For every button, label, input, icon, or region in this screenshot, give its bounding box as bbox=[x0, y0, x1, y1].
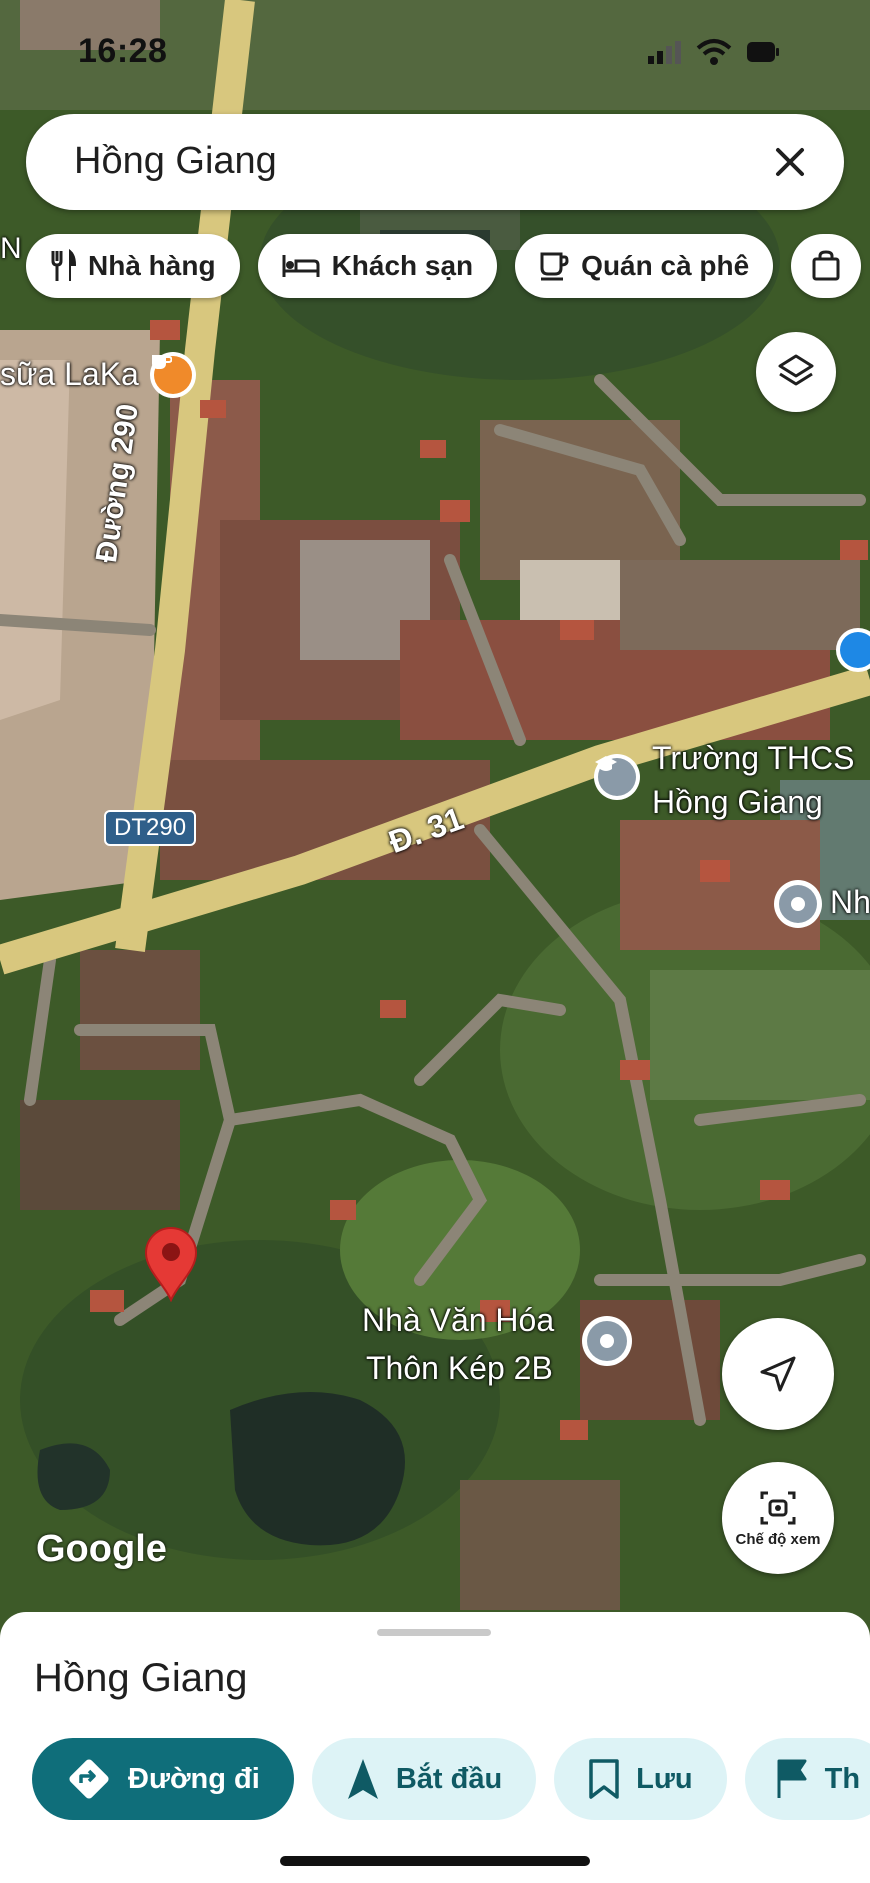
map-label-cafe[interactable]: sữa LaKa bbox=[0, 356, 139, 393]
google-watermark: Google bbox=[36, 1528, 167, 1570]
view-mode-button[interactable]: Chế độ xem bbox=[722, 1462, 834, 1574]
cafe-pin-icon[interactable] bbox=[150, 352, 196, 398]
shopping-bag-icon bbox=[812, 250, 840, 281]
start-label: Bắt đầu bbox=[395, 1762, 503, 1795]
school-pin-icon[interactable] bbox=[594, 754, 640, 800]
directions-button[interactable]: Đường đi bbox=[32, 1738, 294, 1820]
chip-hotel[interactable]: Khách sạn bbox=[257, 234, 498, 298]
status-bar: 16:28 bbox=[0, 28, 870, 78]
road-shield-label: DT290 bbox=[114, 814, 187, 841]
status-time: 16:28 bbox=[78, 32, 168, 70]
chip-more[interactable] bbox=[791, 234, 862, 298]
coffee-cup-icon bbox=[540, 252, 569, 281]
start-button[interactable]: Bắt đầu bbox=[311, 1738, 537, 1820]
directions-icon bbox=[69, 1759, 109, 1799]
map-label-partial-right: Nh bbox=[830, 884, 870, 920]
chip-cafe[interactable]: Quán cà phê bbox=[515, 234, 774, 298]
map-label-school-line2[interactable]: Hồng Giang bbox=[652, 784, 823, 821]
home-indicator bbox=[280, 1856, 590, 1866]
camera-scan-icon bbox=[760, 1491, 796, 1524]
system-icons bbox=[646, 38, 780, 66]
view-mode-label: Chế độ xem bbox=[735, 1530, 821, 1548]
more-action-button[interactable]: Th bbox=[744, 1738, 870, 1820]
directions-label: Đường đi bbox=[128, 1762, 260, 1795]
bookmark-icon bbox=[589, 1759, 619, 1799]
battery-icon bbox=[747, 42, 779, 62]
culture-pin-icon[interactable] bbox=[582, 1316, 632, 1366]
search-bar[interactable]: Hồng Giang bbox=[26, 114, 844, 210]
drag-handle[interactable] bbox=[377, 1629, 491, 1636]
save-button[interactable]: Lưu bbox=[554, 1738, 727, 1820]
bed-icon bbox=[282, 255, 320, 277]
flag-icon bbox=[777, 1759, 807, 1798]
road-shield-dt290: DT290 bbox=[104, 810, 197, 846]
chip-label: Nhà hàng bbox=[88, 250, 216, 281]
map-label-partial-top: N bbox=[0, 232, 22, 265]
bottom-sheet[interactable]: Hồng Giang Đường đi Bắt đầu Lưu Th bbox=[0, 1612, 870, 1883]
navigation-arrow-icon bbox=[760, 1356, 796, 1392]
layers-button[interactable] bbox=[756, 332, 836, 412]
chip-label: Khách sạn bbox=[331, 250, 474, 281]
save-label: Lưu bbox=[636, 1762, 693, 1795]
map-label-culture-line1[interactable]: Nhà Văn Hóa bbox=[362, 1302, 554, 1339]
signal-icon bbox=[648, 41, 681, 64]
fork-knife-icon bbox=[51, 249, 76, 281]
map-label-culture-line2[interactable]: Thôn Kép 2B bbox=[366, 1350, 553, 1387]
layers-icon bbox=[778, 354, 814, 386]
chip-restaurant[interactable]: Nhà hàng bbox=[26, 234, 240, 298]
map-label-school-line1[interactable]: Trường THCS bbox=[652, 740, 854, 777]
action-buttons: Đường đi Bắt đầu Lưu Th bbox=[32, 1738, 870, 1820]
search-query[interactable]: Hồng Giang bbox=[74, 140, 277, 183]
category-chips: Nhà hàng Khách sạn Quán cà phê bbox=[26, 234, 862, 298]
more-action-label: Th bbox=[824, 1762, 861, 1795]
navigation-arrow-icon bbox=[347, 1759, 378, 1799]
place-pin-icon[interactable] bbox=[774, 880, 822, 928]
wifi-icon bbox=[696, 39, 732, 65]
place-title: Hồng Giang bbox=[34, 1656, 248, 1700]
close-icon[interactable] bbox=[766, 138, 814, 186]
chip-label: Quán cà phê bbox=[581, 250, 750, 281]
my-location-button[interactable] bbox=[722, 1318, 834, 1430]
